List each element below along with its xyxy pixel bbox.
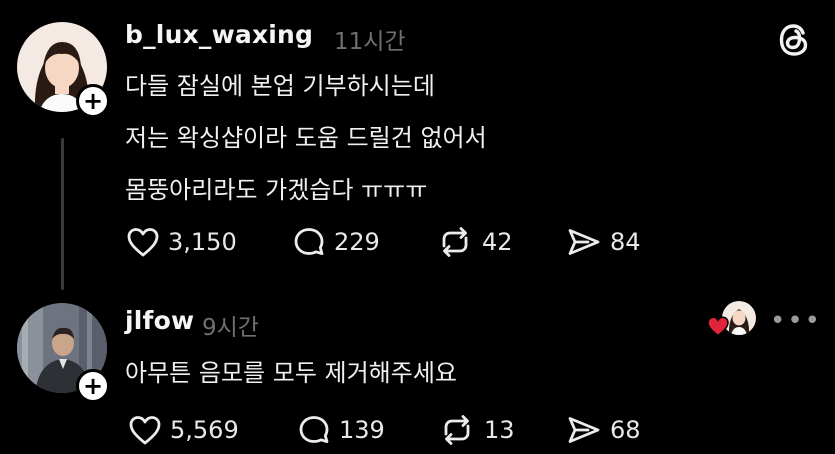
heart-icon xyxy=(706,315,730,341)
comment-count: 229 xyxy=(334,228,380,256)
follow-button[interactable]: + xyxy=(76,369,110,403)
share-button[interactable]: 84 xyxy=(566,226,641,258)
comment-icon xyxy=(294,228,324,255)
share-icon xyxy=(568,417,600,443)
heart-icon xyxy=(129,416,161,445)
username[interactable]: jlfow xyxy=(125,306,194,335)
comment-count: 139 xyxy=(339,416,385,444)
more-icon[interactable]: ••• xyxy=(770,306,822,336)
share-icon xyxy=(568,229,600,255)
post-text-line: 아무튼 음모를 모두 제거해주세요 xyxy=(125,359,458,387)
like-count: 5,569 xyxy=(170,416,239,444)
heart-icon xyxy=(127,228,159,257)
timestamp: 11시간 xyxy=(334,29,406,55)
threads-logo-icon[interactable] xyxy=(774,20,814,64)
post-text-line: 몸뚱아리라도 가겠습다 ㅠㅠㅠ xyxy=(125,176,428,204)
like-button[interactable]: 3,150 xyxy=(126,226,237,258)
repost-button[interactable]: 13 xyxy=(438,414,515,446)
post-text-line: 다들 잠실에 본업 기부하시는데 xyxy=(125,72,435,100)
timestamp: 9시간 xyxy=(202,315,259,341)
like-button[interactable]: 5,569 xyxy=(128,414,239,446)
repost-count: 42 xyxy=(482,228,513,256)
post-text-line: 저는 왁싱샵이라 도움 드릴건 없어서 xyxy=(125,124,487,152)
repost-icon xyxy=(444,415,470,445)
like-count: 3,150 xyxy=(168,228,237,256)
comment-button[interactable]: 139 xyxy=(297,414,385,446)
repost-button[interactable]: 42 xyxy=(436,226,513,258)
share-count: 68 xyxy=(610,416,641,444)
comment-icon xyxy=(299,416,329,443)
repost-count: 13 xyxy=(484,416,515,444)
repost-icon xyxy=(442,227,468,257)
share-count: 84 xyxy=(610,228,641,256)
follow-button[interactable]: + xyxy=(76,84,110,118)
comment-button[interactable]: 229 xyxy=(292,226,380,258)
share-button[interactable]: 68 xyxy=(566,414,641,446)
username[interactable]: b_lux_waxing xyxy=(125,20,313,49)
thread-line xyxy=(61,138,64,290)
